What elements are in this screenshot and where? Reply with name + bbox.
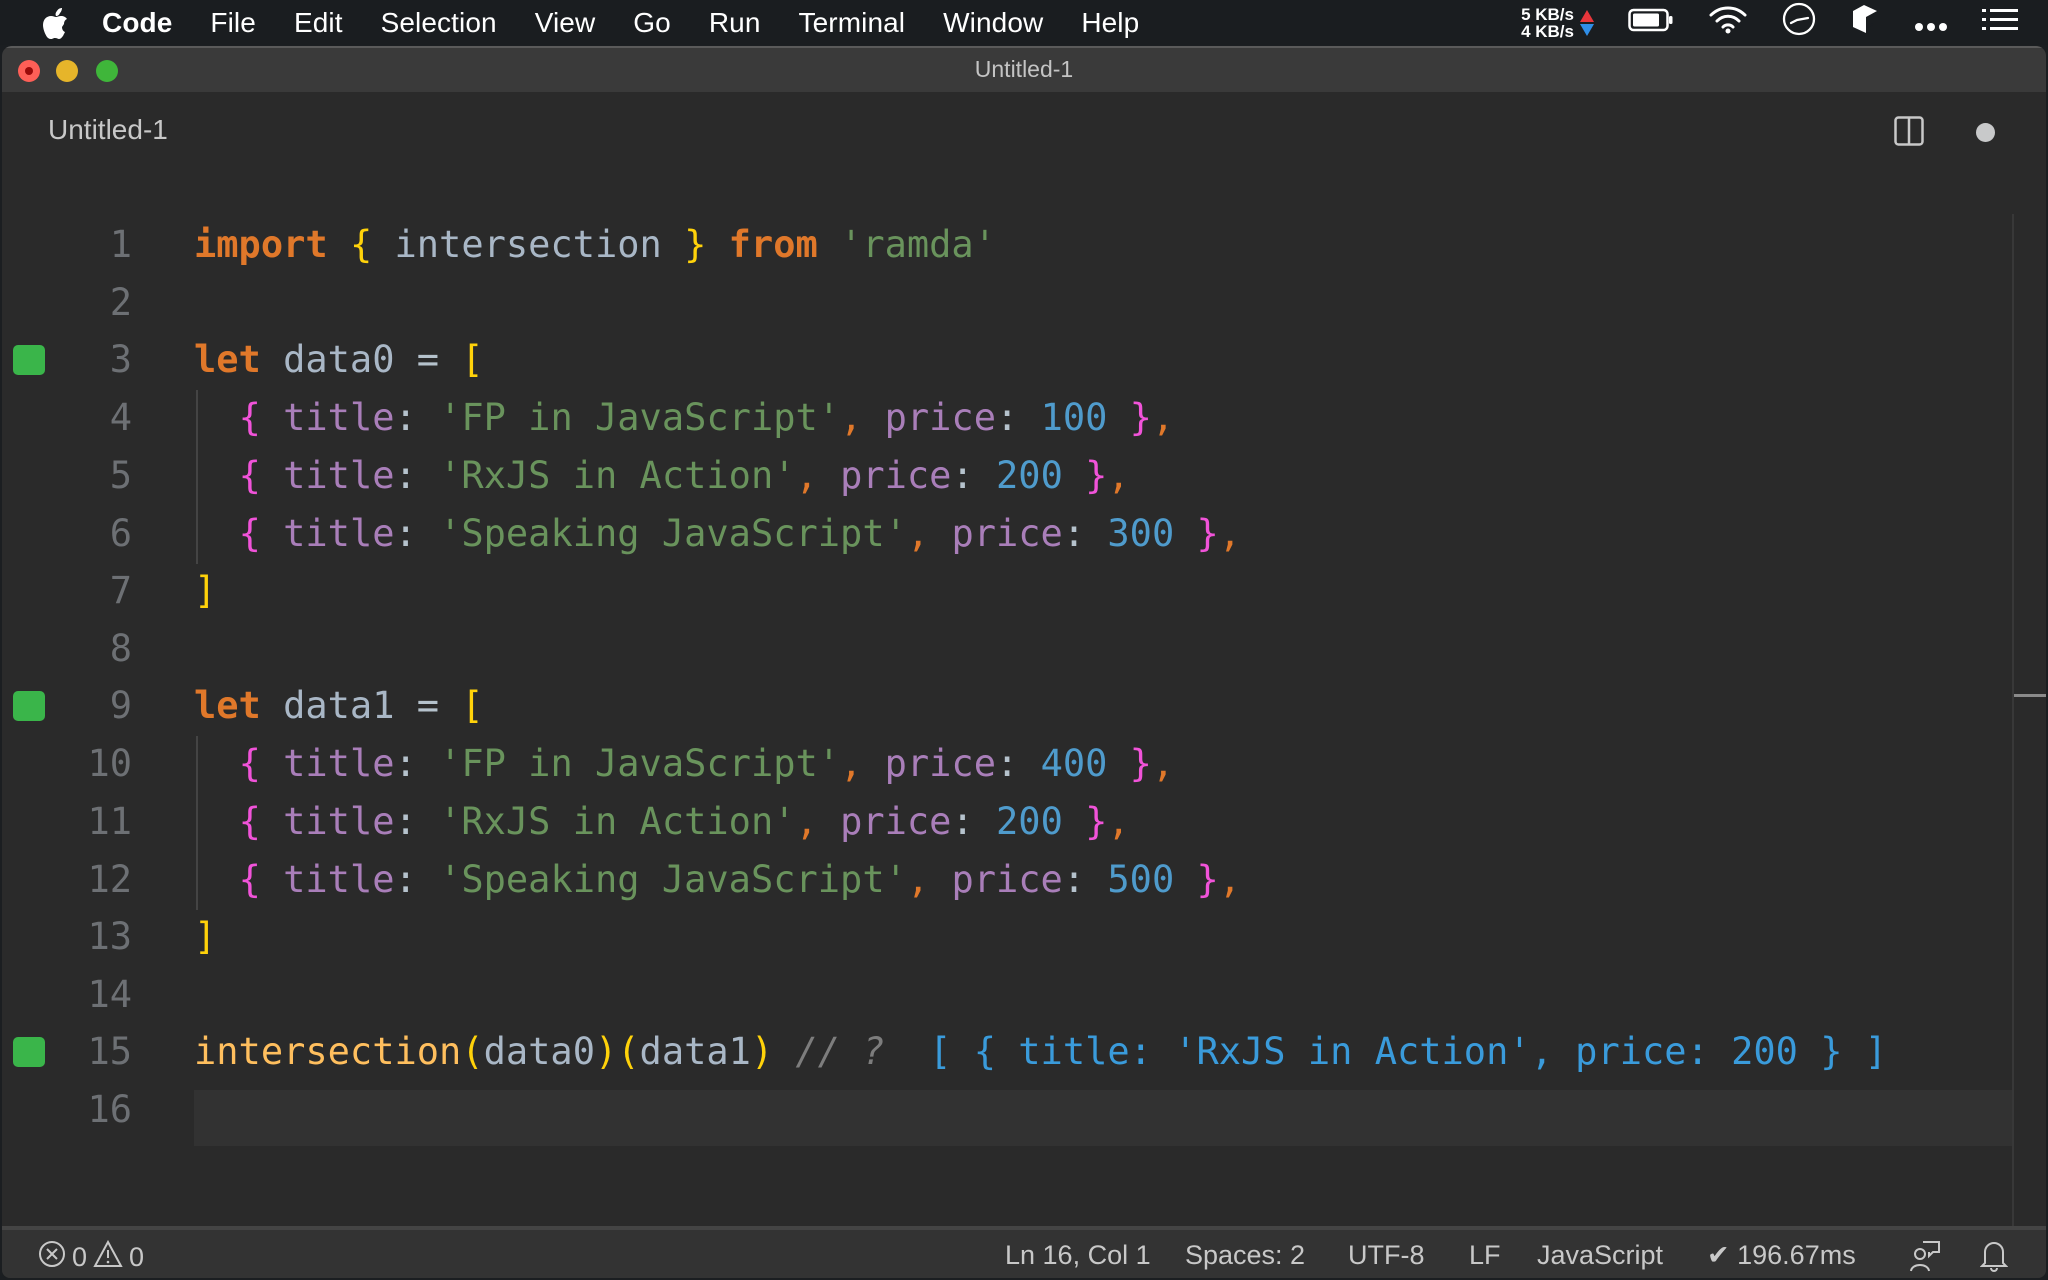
download-arrow-icon xyxy=(1580,23,1594,36)
code-line-14: 14 xyxy=(2,966,2046,1024)
coverage-marker-icon xyxy=(13,345,45,375)
line-content: let data0 = [ xyxy=(194,338,484,381)
line-number: 5 xyxy=(109,454,132,497)
app-icon[interactable] xyxy=(1850,3,1880,42)
window-title: Untitled-1 xyxy=(974,56,1074,82)
macos-menu-bar: Code File Edit Selection View Go Run Ter… xyxy=(0,0,2048,45)
code-line-10: 10 { title: 'FP in JavaScript', price: 4… xyxy=(2,735,2046,793)
line-content: intersection(data0)(data1) // ? [ { titl… xyxy=(194,1030,1888,1073)
menu-app-code[interactable]: Code xyxy=(102,7,172,39)
menu-edit[interactable]: Edit xyxy=(294,7,343,39)
title-bar[interactable]: Untitled-1 xyxy=(2,46,2046,92)
line-number: 14 xyxy=(87,973,132,1016)
download-speed: 4 KB/s xyxy=(1521,21,1574,41)
menu-view[interactable]: View xyxy=(535,7,596,39)
menu-window[interactable]: Window xyxy=(943,7,1043,39)
clock-icon[interactable] xyxy=(1782,2,1816,43)
line-content: ] xyxy=(194,569,217,612)
encoding-setting[interactable]: UTF-8 xyxy=(1348,1240,1425,1271)
code-line-4: 4 { title: 'FP in JavaScript', price: 10… xyxy=(2,389,2046,447)
code-line-2: 2 xyxy=(2,274,2046,332)
code-line-11: 11 { title: 'RxJS in Action', price: 200… xyxy=(2,793,2046,851)
line-number: 16 xyxy=(87,1088,132,1131)
line-content: ] xyxy=(194,915,217,958)
feedback-icon[interactable] xyxy=(1909,1238,1941,1272)
line-number: 12 xyxy=(87,858,132,901)
menu-file[interactable]: File xyxy=(210,7,256,39)
code-line-6: 6 { title: 'Speaking JavaScript', price:… xyxy=(2,505,2046,563)
indentation-setting[interactable]: Spaces: 2 xyxy=(1185,1240,1305,1271)
menu-terminal[interactable]: Terminal xyxy=(799,7,906,39)
line-number: 13 xyxy=(87,915,132,958)
code-line-7: 7 ] xyxy=(2,562,2046,620)
line-number: 7 xyxy=(109,569,132,612)
line-number: 8 xyxy=(109,627,132,670)
line-content: { title: 'Speaking JavaScript', price: 3… xyxy=(238,512,1242,555)
line-number: 3 xyxy=(109,338,132,381)
line-content: import { intersection } from 'ramda' xyxy=(194,223,996,266)
line-content: { title: 'RxJS in Action', price: 200 }, xyxy=(238,800,1130,843)
wifi-icon[interactable] xyxy=(1708,4,1748,41)
upload-speed: 5 KB/s xyxy=(1521,4,1574,24)
code-editor[interactable]: 1 import { intersection } from 'ramda' 2… xyxy=(2,174,2046,1272)
line-ending-setting[interactable]: LF xyxy=(1469,1240,1501,1271)
line-content: let data1 = [ xyxy=(194,684,484,727)
editor-tab-bar xyxy=(2,92,2046,174)
tab-untitled-1[interactable]: Untitled-1 xyxy=(48,114,168,146)
network-speed-monitor[interactable]: 5 KB/s 4 KB/s xyxy=(1521,6,1594,40)
line-content: { title: 'FP in JavaScript', price: 100 … xyxy=(238,396,1175,439)
line-content: { title: 'RxJS in Action', price: 200 }, xyxy=(238,454,1130,497)
line-content: { title: 'FP in JavaScript', price: 400 … xyxy=(238,742,1175,785)
upload-arrow-icon xyxy=(1580,9,1594,22)
code-line-1: 1 import { intersection } from 'ramda' xyxy=(2,216,2046,274)
menu-run[interactable]: Run xyxy=(709,7,761,39)
code-line-9: 9 let data1 = [ xyxy=(2,677,2046,735)
warning-icon xyxy=(93,1239,123,1275)
code-line-13: 13 ] xyxy=(2,908,2046,966)
code-line-16: 16 xyxy=(2,1081,2046,1139)
menu-help[interactable]: Help xyxy=(1081,7,1139,39)
line-number: 9 xyxy=(109,684,132,727)
error-count: 0 xyxy=(72,1242,88,1272)
more-icon[interactable] xyxy=(1914,7,1948,39)
code-line-12: 12 { title: 'Speaking JavaScript', price… xyxy=(2,851,2046,909)
battery-icon[interactable] xyxy=(1628,7,1674,39)
problems-indicator[interactable]: 0 0 xyxy=(38,1239,145,1275)
line-number: 1 xyxy=(109,223,132,266)
list-icon[interactable] xyxy=(1982,7,2018,39)
error-icon xyxy=(38,1240,66,1275)
inline-result-annotation: [ { title: 'RxJS in Action', price: 200 … xyxy=(929,1030,1888,1073)
code-line-15: 15 intersection(data0)(data1) // ? [ { t… xyxy=(2,1023,2046,1081)
notifications-bell-icon[interactable] xyxy=(1980,1238,2008,1272)
quokka-timing[interactable]: ✔ 196.67ms xyxy=(1707,1240,1856,1271)
line-number: 6 xyxy=(109,512,132,555)
menu-selection[interactable]: Selection xyxy=(381,7,497,39)
status-bar: 0 0 Ln 16, Col 1 Spaces: 2 UTF-8 LF Java… xyxy=(2,1226,2046,1278)
code-line-5: 5 { title: 'RxJS in Action', price: 200 … xyxy=(2,447,2046,505)
unsaved-changes-dot-icon[interactable] xyxy=(1976,123,1995,142)
line-number: 2 xyxy=(109,281,132,324)
language-mode[interactable]: JavaScript xyxy=(1537,1240,1663,1271)
vscode-window: Untitled-1 Untitled-1 1 import { interse… xyxy=(2,46,2046,1278)
code-line-3: 3 let data0 = [ xyxy=(2,331,2046,389)
line-number: 11 xyxy=(87,800,132,843)
menu-go[interactable]: Go xyxy=(633,7,671,39)
coverage-marker-icon xyxy=(13,691,45,721)
line-number: 15 xyxy=(87,1030,132,1073)
line-number: 10 xyxy=(87,742,132,785)
cursor-position[interactable]: Ln 16, Col 1 xyxy=(1005,1240,1151,1271)
coverage-marker-icon xyxy=(13,1037,45,1067)
split-editor-icon[interactable] xyxy=(1894,116,1924,146)
line-number: 4 xyxy=(109,396,132,439)
line-content: { title: 'Speaking JavaScript', price: 5… xyxy=(238,858,1242,901)
warning-count: 0 xyxy=(129,1242,145,1272)
apple-logo-icon[interactable] xyxy=(40,6,70,40)
code-line-8: 8 xyxy=(2,620,2046,678)
